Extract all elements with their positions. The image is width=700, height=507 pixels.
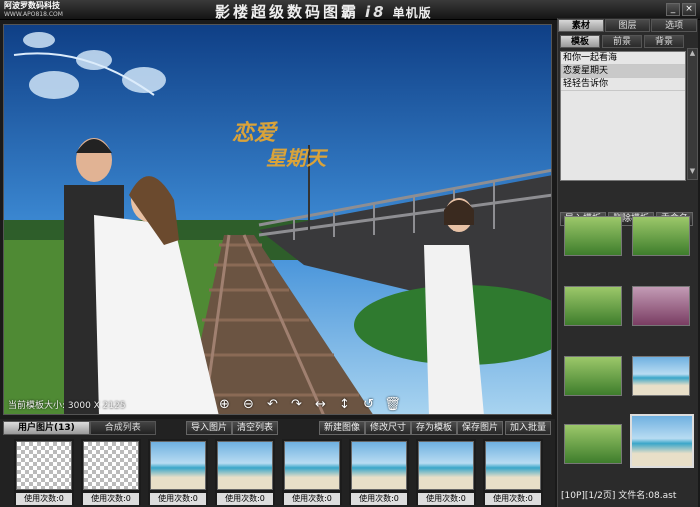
app-edition: 单机版 [392,6,432,20]
bottom-panel: 用户图片(13) 合成列表 导入图片 清空列表 新建图像 修改尺寸 存为模板 保… [0,419,555,507]
picture-thumbnail [351,441,407,490]
template-thumbnail[interactable] [564,216,622,256]
picture-thumbnail [217,441,273,490]
template-list-scrollbar[interactable]: ▲ ▼ [687,48,698,180]
user-picture[interactable]: 使用次数:0 [349,439,409,505]
template-size-status: 当前模板大小: 3000 X 2125 [8,401,126,411]
tab-options[interactable]: 选项 [651,19,698,32]
picture-thumbnail [83,441,139,490]
user-picture[interactable]: 使用次数:0 [282,439,342,505]
picture-thumbnail [150,441,206,490]
tab-material[interactable]: 素材 [558,19,604,32]
template-thumbnail[interactable] [564,424,622,464]
wedding-template-image: 恋爱 星期天 [4,25,551,414]
scroll-up-icon[interactable]: ▲ [688,49,697,57]
usage-count: 使用次数:0 [83,493,139,505]
template-thumbnail[interactable] [632,286,690,326]
picture-thumbnail [418,441,474,490]
template-item[interactable]: 和你一起看海 [561,52,685,65]
save-as-template-button[interactable]: 存为模板 [411,421,458,435]
template-page-status: [10P][1/2页] 文件名:08.ast [561,491,677,501]
template-thumbnail-selected[interactable] [630,414,694,468]
clear-list-button[interactable]: 清空列表 [232,421,279,435]
template-thumbnails [561,216,696,481]
right-tabs: 素材 图层 选项 [558,19,698,32]
zoom-out-icon[interactable]: ⊖ [240,397,257,412]
title-bar: 阿波罗数码科技 WWW.APO818.COM 影楼超级数码图霸 i8 单机版 _ × [0,0,700,22]
canvas-toolbar: ⊕ ⊖ ↶ ↷ ↔ ↕ ↺ 🗑 [216,397,401,412]
zoom-in-icon[interactable]: ⊕ [216,397,233,412]
user-picture[interactable]: 使用次数:0 [81,439,141,505]
app-version: i8 [365,3,387,21]
resize-button[interactable]: 修改尺寸 [365,421,412,435]
usage-count: 使用次数:0 [217,493,273,505]
user-picture[interactable]: 使用次数:0 [215,439,275,505]
template-item[interactable]: 轻轻告诉你 [561,78,685,91]
flip-vertical-icon[interactable]: ↕ [336,397,353,412]
user-picture[interactable]: 使用次数:0 [14,439,74,505]
user-picture[interactable]: 使用次数:0 [416,439,476,505]
overlay-title-2: 星期天 [266,146,329,170]
brand-name: 阿波罗数码科技 [4,1,60,10]
overlay-title-1: 恋爱 [232,120,279,146]
template-item[interactable]: 恋爱星期天 [561,65,685,78]
subtab-background[interactable]: 背景 [644,35,684,48]
brand-logo: 阿波罗数码科技 WWW.APO818.COM [4,1,63,19]
subtab-template[interactable]: 模板 [560,35,600,48]
brand-url: WWW.APO818.COM [4,11,63,18]
new-image-button[interactable]: 新建图像 [319,421,366,435]
rotate-right-icon[interactable]: ↷ [288,397,305,412]
add-batch-button[interactable]: 加入批量 [505,421,552,435]
close-button[interactable]: × [682,3,696,16]
user-picture[interactable]: 使用次数:0 [483,439,543,505]
flip-horizontal-icon[interactable]: ↔ [312,397,329,412]
template-list[interactable]: 和你一起看海 恋爱星期天 轻轻告诉你 [560,51,686,181]
design-canvas[interactable]: 恋爱 星期天 当前模板大小: 3000 X 2125 ⊕ ⊖ ↶ ↷ ↔ ↕ ↺… [3,24,552,415]
template-thumbnail[interactable] [564,356,622,396]
usage-count: 使用次数:0 [418,493,474,505]
template-thumbnail[interactable] [632,216,690,256]
rotate-left-icon[interactable]: ↶ [264,397,281,412]
tab-layers[interactable]: 图层 [604,19,651,32]
scroll-down-icon[interactable]: ▼ [688,167,697,175]
picture-thumbnail [284,441,340,490]
save-picture-button[interactable]: 保存图片 [457,421,504,435]
usage-count: 使用次数:0 [284,493,340,505]
delete-icon[interactable]: 🗑 [384,397,401,412]
right-panel: 素材 图层 选项 模板 前景 背景 和你一起看海 恋爱星期天 轻轻告诉你 ▲ ▼… [557,18,698,507]
template-thumbnail[interactable] [632,356,690,396]
tab-user-pictures[interactable]: 用户图片(13) [3,421,90,435]
right-subtabs: 模板 前景 背景 [558,35,698,48]
template-thumbnail[interactable] [564,286,622,326]
picture-thumbnail [16,441,72,490]
tab-composite-list[interactable]: 合成列表 [89,421,156,435]
undo-icon[interactable]: ↺ [360,397,377,412]
minimize-button[interactable]: _ [666,3,680,16]
import-picture-button[interactable]: 导入图片 [186,421,233,435]
user-picture-strip: 使用次数:0 使用次数:0 使用次数:0 使用次数:0 使用次数:0 使用次数:… [14,439,549,505]
picture-thumbnail [485,441,541,490]
app-title-text: 影楼超级数码图霸 [215,3,360,21]
app-title: 影楼超级数码图霸 i8 单机版 [215,1,432,22]
usage-count: 使用次数:0 [485,493,541,505]
usage-count: 使用次数:0 [351,493,407,505]
usage-count: 使用次数:0 [150,493,206,505]
usage-count: 使用次数:0 [16,493,72,505]
user-picture[interactable]: 使用次数:0 [148,439,208,505]
subtab-foreground[interactable]: 前景 [602,35,642,48]
